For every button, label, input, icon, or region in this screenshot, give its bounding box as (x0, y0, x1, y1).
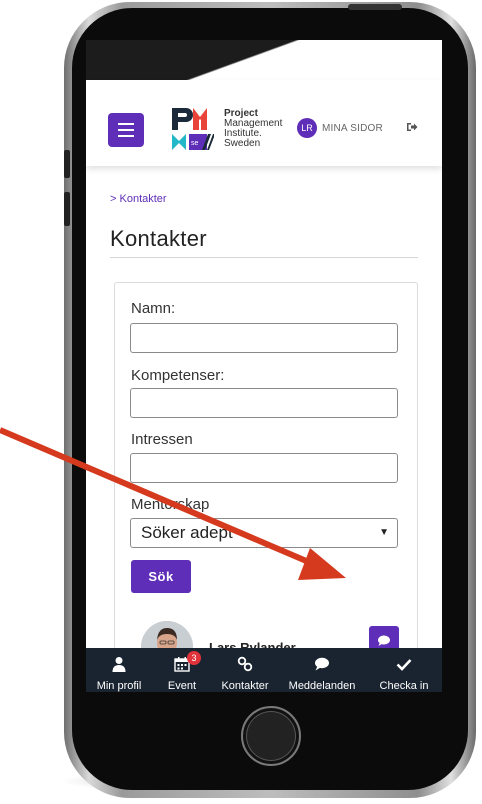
nav-item-min-profil[interactable]: Min profil (86, 648, 152, 692)
bottom-nav: Min profil 3 Event Kontakter Meddelanden… (86, 648, 442, 692)
menu-button[interactable] (108, 113, 144, 147)
mentorship-select[interactable]: Söker adept ▼ (130, 518, 398, 548)
search-button[interactable]: Sök (131, 560, 191, 593)
name-input[interactable] (130, 323, 398, 353)
mentorship-label: Mentorskap (131, 496, 210, 513)
user-icon (112, 657, 126, 672)
phone-volume-up-button (64, 150, 70, 178)
phone-screen: se Project Management Institute. Sweden … (86, 40, 442, 692)
caret-down-icon: ▼ (379, 527, 389, 538)
skills-input[interactable] (130, 388, 398, 418)
name-label: Namn: (131, 300, 176, 317)
hamburger-icon (118, 123, 134, 125)
phone-volume-down-button (64, 192, 70, 226)
svg-text:se: se (191, 140, 199, 147)
interests-label: Intressen (131, 431, 193, 448)
nav-item-kontakter[interactable]: Kontakter (212, 648, 278, 692)
mentorship-selected-value: Söker adept (141, 523, 233, 542)
user-avatar[interactable]: LR (297, 118, 317, 138)
breadcrumb[interactable]: > Kontakter (110, 193, 167, 205)
nav-label: Checka in (379, 680, 429, 692)
phone-power-button (348, 4, 402, 10)
skills-label: Kompetenser: (131, 367, 225, 384)
nav-item-event[interactable]: 3 Event (152, 648, 212, 692)
phone-home-button (241, 706, 301, 766)
page-title: Kontakter (110, 226, 207, 251)
search-card: Namn: Kompetenser: Intressen Mentorskap … (114, 282, 418, 692)
nav-item-checka-in[interactable]: Checka in (366, 648, 442, 692)
my-pages-link[interactable]: MINA SIDOR (322, 123, 383, 134)
sign-out-icon[interactable] (406, 121, 418, 133)
nav-item-meddelanden[interactable]: Meddelanden (278, 648, 366, 692)
pmi-logo[interactable]: se (172, 108, 214, 152)
breadcrumb-label: Kontakter (119, 193, 167, 205)
event-badge: 3 (187, 651, 201, 665)
interests-input[interactable] (130, 453, 398, 483)
screen-glare (86, 40, 442, 80)
nav-label: Min profil (96, 680, 142, 692)
nav-label: Meddelanden (288, 680, 356, 692)
comment-icon (315, 657, 329, 671)
nav-label: Kontakter (221, 680, 269, 692)
chevron-right-icon: > (110, 193, 117, 205)
title-divider (110, 257, 418, 258)
org-name: Project Management Institute. Sweden (224, 108, 283, 149)
app-header: se Project Management Institute. Sweden … (86, 80, 442, 166)
nav-label: Event (167, 680, 197, 692)
link-icon (237, 656, 253, 672)
check-icon (396, 659, 412, 671)
